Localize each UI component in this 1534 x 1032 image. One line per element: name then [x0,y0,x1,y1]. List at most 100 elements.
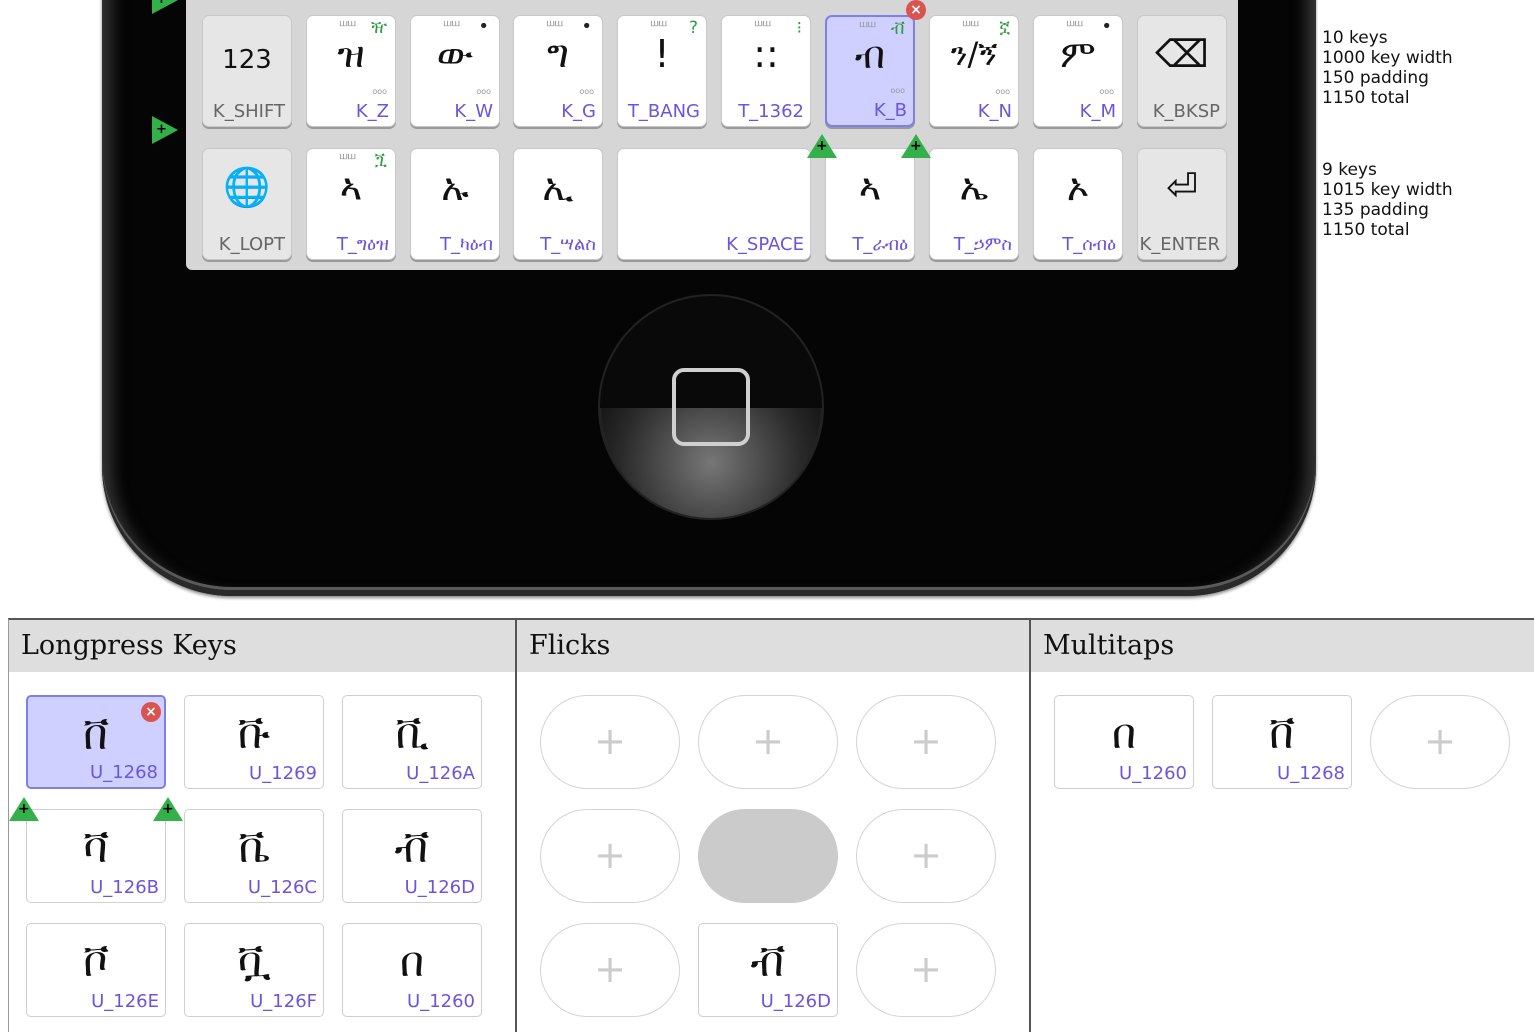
key-id: K_ENTER [1139,234,1220,255]
backspace-icon: ⌫ [1155,32,1209,76]
key-id: T_ግዕዝ [336,234,389,255]
key-id: U_1260 [407,991,475,1012]
key-cap: ኣ [339,165,363,209]
dot-indicator: • [1101,16,1112,37]
longpress-indicator: ꟺꟺ [754,18,771,29]
key-1362[interactable]: ꟺꟺ ⁝ :: T_1362 [721,15,811,127]
key-n[interactable]: ꟺꟺ ኟ ን/ኝ ooo K_N [929,15,1019,127]
panel-title: Multitaps [1031,620,1534,672]
key-id: T_ሰብዕ [1062,234,1116,255]
key-cap: ቨ [1268,709,1296,758]
flick-slot-center [698,809,838,903]
key-cap: ብ [854,33,886,77]
key-geez[interactable]: ꟺꟺ ጟ ኣ T_ግዕዝ [306,148,396,260]
key-m[interactable]: ꟺꟺ • ም ooo K_M [1033,15,1123,127]
flick-slot-nw[interactable]: + [540,695,680,789]
flick-slot-ne[interactable]: + [856,695,996,789]
insert-key-before-icon[interactable]: + [807,134,837,158]
key-space[interactable]: K_SPACE [617,148,811,260]
insert-longpress-after-icon[interactable]: + [153,797,183,821]
multitap-indicator: ooo [476,87,491,96]
add-row-icon[interactable]: + [152,0,178,14]
longpress-indicator: ꟺꟺ [859,19,876,30]
key-z[interactable]: ꟺꟺ ዥ ዝ ooo K_Z [306,15,396,127]
key-w[interactable]: ꟺꟺ • ው ooo K_W [410,15,500,127]
key-salis[interactable]: ኢ T_ሣልስ [513,148,603,260]
key-cap: ግ [546,32,569,76]
key-cap: ም [1060,32,1096,76]
multitap-indicator: ooo [995,87,1010,96]
longpress-key[interactable]: ቪ U_126A [342,695,482,789]
key-id: U_126F [250,991,317,1012]
longpress-key[interactable]: በ U_1260 [342,923,482,1017]
key-rabe[interactable]: ኣ T_ራብዕ [825,148,915,260]
key-b[interactable]: ꟺꟺ ቭ ብ ooo K_B [825,15,915,127]
flick-slot-e[interactable]: + [856,809,996,903]
key-cap: ቩ [237,709,271,758]
key-sabe[interactable]: ኦ T_ሰብዕ [1033,148,1123,260]
flick-slot-se[interactable]: + [856,923,996,1017]
flick-slot-w[interactable]: + [540,809,680,903]
flick-slot-n[interactable]: + [698,695,838,789]
stat-key-width: 1015 key width [1322,180,1453,200]
key-id: T_BANG [627,101,700,122]
add-row-icon[interactable]: + [152,116,178,144]
multitap-indicator: ooo [579,87,594,96]
key-id: K_M [1079,101,1116,122]
key-cap: ኡ [441,165,469,209]
key-id: U_126D [760,991,831,1012]
key-enter[interactable]: ⏎ K_ENTER [1137,148,1227,260]
key-id: K_SHIFT [212,101,285,122]
insert-key-after-icon[interactable]: + [901,134,931,158]
panel-title: Flicks [517,620,1029,672]
longpress-key[interactable]: ቮ U_126E [26,923,166,1017]
longpress-key[interactable]: ቬ U_126C [184,809,324,903]
key-cap: 123 [222,45,272,75]
key-id: U_126E [91,991,159,1012]
add-multitap-button[interactable]: + [1370,695,1510,789]
key-id: U_1269 [249,763,317,784]
flick-slot-sw[interactable]: + [540,923,680,1017]
stat-padding: 150 padding [1322,68,1429,88]
key-cap: ዝ [337,32,365,76]
longpress-key[interactable]: ቯ U_126F [184,923,324,1017]
multitap-key[interactable]: በ U_1260 [1054,695,1194,789]
delete-key-icon[interactable]: × [906,0,926,20]
multitap-indicator: ooo [372,87,387,96]
key-id: T_ራብዕ [852,234,908,255]
key-id: U_1268 [90,762,158,783]
key-id: K_Z [355,101,389,122]
key-cap: ቯ [237,937,271,986]
key-g[interactable]: ꟺꟺ • ግ ooo K_G [513,15,603,127]
key-cap: ኢ [542,165,574,209]
stat-padding: 135 padding [1322,200,1429,220]
key-bang[interactable]: ꟺꟺ ? ! T_BANG [617,15,707,127]
key-id: T_ካዕብ [440,234,493,255]
longpress-key[interactable]: ቩ U_1269 [184,695,324,789]
key-cap: :: [753,32,779,76]
key-cap: ን/ኝ [950,35,998,73]
delete-key-icon[interactable]: × [141,702,161,722]
multitap-indicator: ooo [890,86,905,95]
key-id: K_LOPT [218,234,285,255]
longpress-indicator: ꟺꟺ [962,18,979,29]
key-shift[interactable]: 123 K_SHIFT [202,15,292,127]
longpress-key[interactable]: ቭ U_126D [342,809,482,903]
key-hamis[interactable]: ኤ T_ኃምስ [929,148,1019,260]
multitap-key[interactable]: ቨ U_1268 [1212,695,1352,789]
insert-longpress-before-icon[interactable]: + [9,797,39,821]
longpress-key[interactable]: ቫ U_126B [26,809,166,903]
key-cap: ው [436,32,474,76]
key-id: U_1260 [1119,763,1187,784]
key-cap: ኣ [858,165,882,209]
enter-icon: ⏎ [1166,165,1198,209]
key-kaeb[interactable]: ኡ T_ካዕብ [410,148,500,260]
key-backspace[interactable]: ⌫ K_BKSP [1137,15,1227,127]
flick-key-s[interactable]: ቭ U_126D [698,923,838,1017]
key-cap: ቬ [238,823,270,872]
key-cap: ! [654,32,670,76]
globe-icon: 🌐 [223,165,271,209]
key-lopt[interactable]: 🌐 K_LOPT [202,148,292,260]
stat-total: 1150 total [1322,220,1410,240]
key-id: K_SPACE [726,234,804,255]
